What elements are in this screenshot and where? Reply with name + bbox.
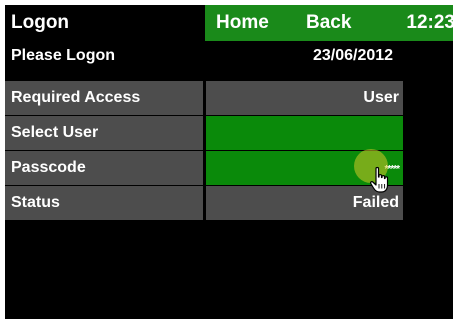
select-user-label: Select User [5, 116, 203, 150]
home-button[interactable]: Home [216, 9, 269, 37]
nav-bar: Home Back 12:23 [205, 5, 453, 41]
logon-prompt: Please Logon [11, 47, 116, 64]
passcode-label: Passcode [5, 151, 203, 185]
header-row: Please Logon 23/06/2012 [5, 42, 453, 74]
logon-screen: Logon Home Back 12:23 Please Logon 23/06… [5, 5, 453, 319]
clock: 12:23 [406, 12, 453, 33]
status-label: Status [5, 186, 203, 220]
required-access-value: User [206, 81, 403, 115]
required-access-row: Required Access User [5, 81, 453, 115]
required-access-label: Required Access [5, 81, 203, 115]
select-user-field[interactable] [206, 116, 403, 150]
page-title: Logon [11, 12, 70, 33]
back-button[interactable]: Back [306, 9, 351, 37]
select-user-row: Select User [5, 116, 453, 150]
date-display: 23/06/2012 [313, 47, 394, 64]
top-bar: Logon Home Back 12:23 [5, 5, 453, 41]
hand-pointer-icon [370, 166, 389, 193]
